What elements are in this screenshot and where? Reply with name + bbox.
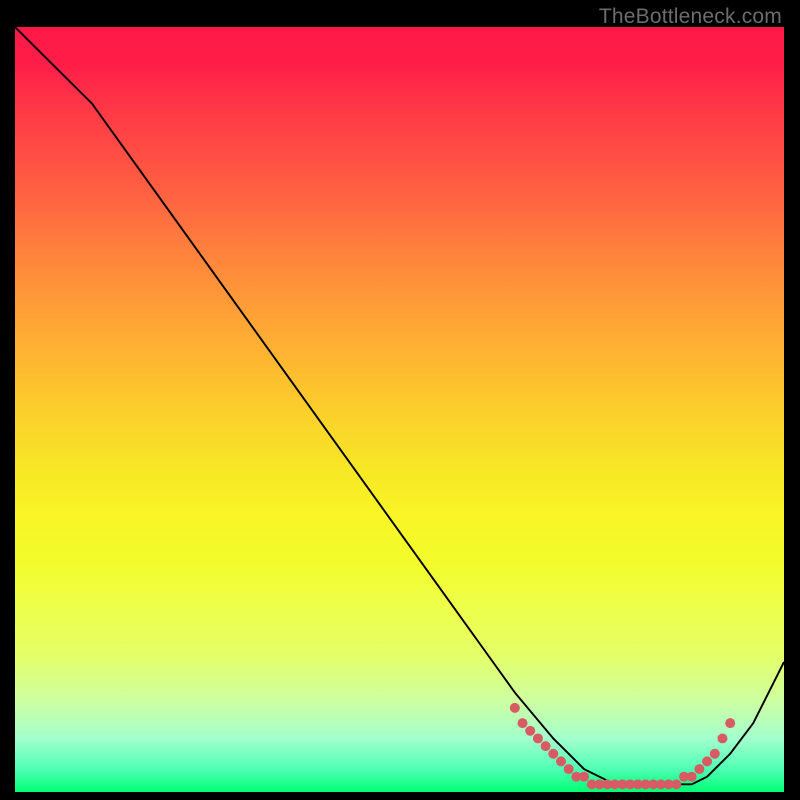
chart-svg — [15, 27, 784, 792]
marker-dot — [556, 756, 566, 766]
marker-dot — [725, 718, 735, 728]
marker-dot — [564, 764, 574, 774]
valley-markers — [510, 703, 735, 789]
marker-dot — [518, 718, 528, 728]
marker-dot — [717, 733, 727, 743]
marker-dot — [687, 772, 697, 782]
marker-dot — [702, 756, 712, 766]
chart-root: TheBottleneck.com — [0, 0, 800, 800]
marker-dot — [671, 779, 681, 789]
marker-dot — [541, 741, 551, 751]
marker-dot — [533, 733, 543, 743]
bottleneck-curve — [15, 27, 784, 784]
marker-dot — [510, 703, 520, 713]
curve-line — [15, 27, 784, 784]
marker-dot — [548, 749, 558, 759]
plot-area — [15, 27, 784, 792]
marker-dot — [579, 772, 589, 782]
marker-dot — [525, 726, 535, 736]
marker-dot — [694, 764, 704, 774]
marker-dot — [710, 749, 720, 759]
watermark-text: TheBottleneck.com — [599, 5, 782, 29]
